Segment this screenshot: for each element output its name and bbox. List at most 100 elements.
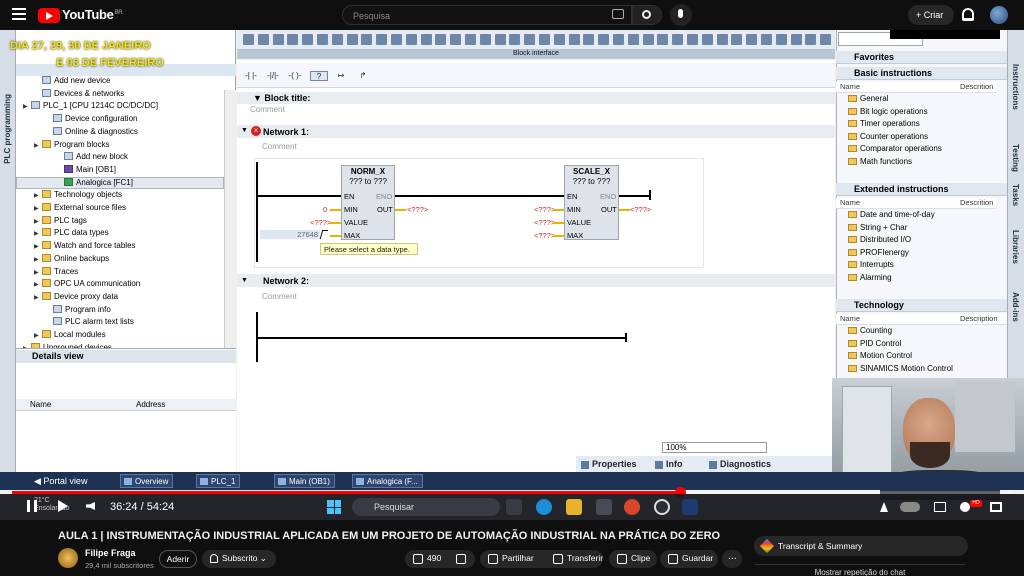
tree-item[interactable]: Online & diagnostics [45, 126, 138, 140]
norm-x-max-input[interactable]: 27648 [260, 230, 320, 239]
toolbar-button-icon[interactable] [790, 34, 802, 45]
toolbar-button-icon[interactable] [598, 34, 610, 45]
expand-icon[interactable]: ▶ [34, 281, 42, 288]
tree-item[interactable]: ▶ Traces [34, 266, 78, 280]
toolbar-button-icon[interactable] [257, 34, 269, 45]
norm-x-out-placeholder[interactable]: <???> [407, 205, 428, 214]
subscribed-button[interactable]: Subscrito ⌄ [202, 550, 276, 568]
norm-x-types[interactable]: ??? to ??? [341, 177, 395, 186]
tree-item[interactable]: Main [OB1] [56, 164, 116, 178]
network-1-comment[interactable]: Comment [262, 142, 297, 151]
create-button[interactable]: + Criar [908, 5, 954, 25]
subtitles-icon[interactable] [934, 502, 946, 512]
toolbar-button-icon[interactable] [302, 34, 314, 45]
fullscreen-icon[interactable] [990, 502, 1002, 512]
collapse-icon[interactable]: ▼ [241, 277, 248, 284]
block-interface-bar[interactable]: Block interface [237, 50, 835, 59]
search-button[interactable] [632, 5, 662, 25]
toolbar-button-icon[interactable] [376, 34, 388, 45]
instruction-item[interactable]: PID Control [840, 339, 901, 352]
contact-nc-icon[interactable]: -|/|- [264, 71, 282, 81]
toolbar-button-icon[interactable] [524, 34, 536, 45]
toolbar-button-icon[interactable] [642, 34, 654, 45]
toolbar-button-icon[interactable] [731, 34, 743, 45]
expand-icon[interactable]: ▶ [34, 332, 42, 339]
instruction-item[interactable]: Motion Control [840, 351, 912, 364]
toolbar-button-icon[interactable] [243, 34, 254, 45]
taskbar-plc1[interactable]: PLC_1 [196, 474, 241, 488]
tab-info[interactable]: Info [652, 458, 688, 471]
vtab-add-ins[interactable]: Add-ins [1011, 292, 1020, 322]
norm-x-value-placeholder[interactable]: <???> [310, 218, 331, 227]
more-button[interactable]: ⋯ [722, 550, 742, 568]
toolbar-button-icon[interactable] [761, 34, 772, 45]
expand-icon[interactable]: ▶ [34, 256, 42, 263]
toolbar-button-icon[interactable] [465, 34, 476, 45]
block-comment[interactable]: Comment [250, 105, 285, 114]
block-title[interactable]: ▼ Block title: [237, 92, 835, 104]
toolbar-button-icon[interactable] [775, 34, 787, 45]
expand-icon[interactable]: ▶ [34, 218, 42, 225]
expand-icon[interactable]: ▶ [34, 230, 42, 237]
vtab-instructions[interactable]: Instructions [1011, 64, 1020, 110]
avatar[interactable] [990, 6, 1008, 24]
tab-properties[interactable]: Properties [578, 458, 642, 471]
toolbar-button-icon[interactable] [716, 34, 728, 45]
save-button[interactable]: Guardar [660, 550, 718, 568]
tab-diagnostics[interactable]: Diagnostics [706, 458, 776, 471]
toolbar-button-icon[interactable] [539, 34, 550, 45]
tree-item[interactable]: ▶ Technology objects [34, 190, 122, 203]
transcript-summary-button[interactable]: Transcript & Summary [754, 536, 968, 556]
network-2-header[interactable]: Network 2: [237, 274, 835, 287]
notifications-icon[interactable] [962, 8, 974, 21]
toolbar-button-icon[interactable] [553, 34, 565, 45]
instruction-item[interactable]: Date and time-of-day [840, 210, 935, 223]
open-branch-icon[interactable]: ↦ [332, 71, 350, 81]
instruction-item[interactable]: Counter operations [840, 132, 928, 145]
expand-icon[interactable]: ▶ [34, 205, 42, 212]
instruction-item[interactable]: Counting [840, 326, 892, 339]
youtube-wordmark[interactable]: YouTubeBR [62, 7, 123, 22]
toolbar-button-icon[interactable] [613, 34, 624, 45]
contact-no-icon[interactable]: -| |- [242, 71, 260, 81]
settings-icon[interactable] [960, 502, 970, 512]
tree-item[interactable]: ▶ External source files [34, 203, 126, 216]
toolbar-button-icon[interactable] [331, 34, 343, 45]
toolbar-button-icon[interactable] [672, 34, 684, 45]
dislike-button[interactable] [447, 550, 475, 568]
toolbar-button-icon[interactable] [494, 34, 506, 45]
toolbar-button-icon[interactable] [627, 34, 639, 45]
details-view-header[interactable]: Details view [16, 350, 236, 363]
toolbar-button-icon[interactable] [509, 34, 521, 45]
tree-item[interactable]: ▶ Local modules [34, 330, 106, 343]
toolbar-button-icon[interactable] [746, 34, 758, 45]
tree-item[interactable]: ▶ Watch and force tables [34, 241, 136, 254]
empty-box-icon[interactable]: ? [310, 71, 328, 81]
instruction-item[interactable]: Math functions [840, 157, 912, 170]
tree-item[interactable]: Program info [45, 304, 111, 318]
tree-item[interactable]: Add new device [34, 76, 110, 89]
instruction-item[interactable]: Bit logic operations [840, 107, 928, 120]
instruction-item[interactable]: Alarming [840, 273, 892, 286]
portal-view-button[interactable]: ◀ Portal view [8, 472, 118, 490]
toolbar-button-icon[interactable] [805, 34, 817, 45]
instruction-item[interactable]: PROFIenergy [840, 248, 909, 261]
toolbar-button-icon[interactable] [272, 34, 284, 45]
toolbar-button-icon[interactable] [450, 34, 462, 45]
instruction-item[interactable]: General [840, 94, 888, 107]
tree-item[interactable]: PLC alarm text lists [45, 317, 134, 330]
toolbar-button-icon[interactable] [317, 34, 328, 45]
join-button[interactable]: Aderir [159, 550, 197, 568]
toolbar-button-icon[interactable] [405, 34, 417, 45]
close-branch-icon[interactable]: ↱ [354, 71, 372, 81]
vtab-testing[interactable]: Testing [1011, 144, 1020, 172]
instruction-item[interactable]: Distributed I/O [840, 235, 911, 248]
channel-name[interactable]: Filipe Fraga [85, 548, 136, 558]
left-vertical-tab[interactable]: PLC programming [0, 30, 16, 472]
toolbar-button-icon[interactable] [568, 34, 580, 45]
youtube-logo-icon[interactable] [38, 8, 60, 23]
toolbar-button-icon[interactable] [287, 34, 299, 45]
scale-x-out-placeholder[interactable]: <???> [630, 205, 651, 214]
taskbar-overview[interactable]: Overview [120, 474, 174, 488]
next-icon[interactable] [58, 500, 68, 512]
